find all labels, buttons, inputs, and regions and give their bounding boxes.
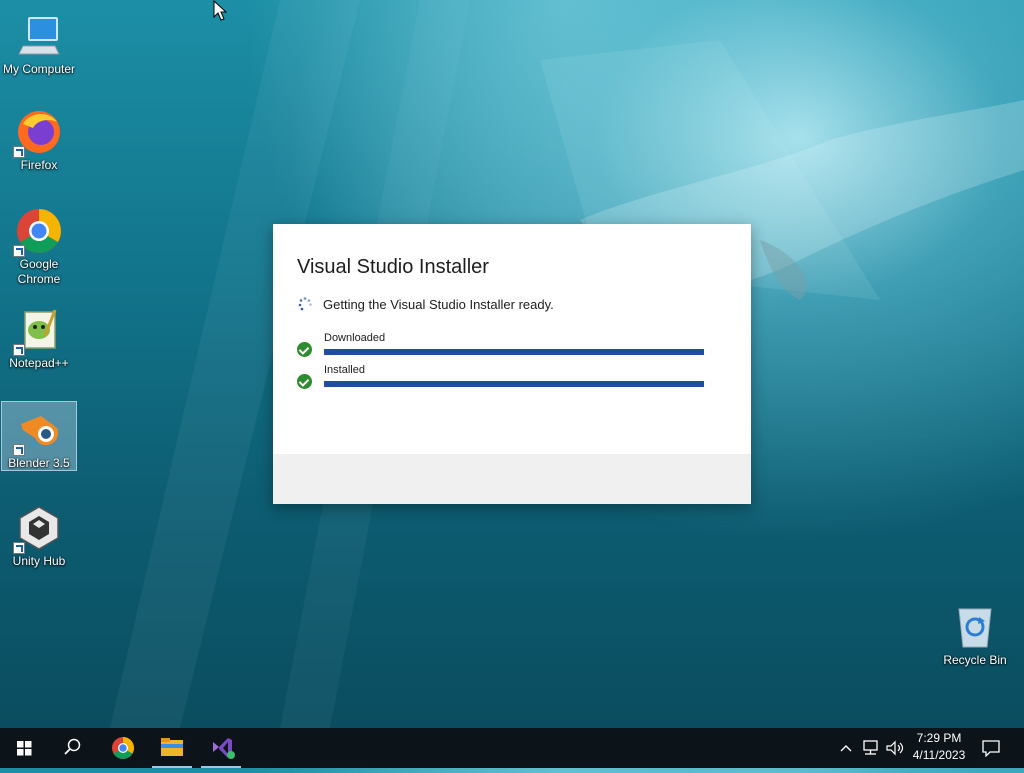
notification-icon[interactable] [981,739,1001,757]
chrome-icon [13,207,63,257]
spinner-icon [298,297,312,311]
computer-icon [15,12,63,60]
desktop-icon-notepadpp[interactable]: Notepad++ [1,302,77,371]
desktop-icon-label: Blender 3.5 [8,456,70,470]
taskbar-chrome[interactable] [99,728,147,768]
step-label: Downloaded [324,332,386,344]
blender-icon [13,406,63,456]
taskbar: 7:29 PM 4/11/2023 [0,728,1024,768]
clock-time: 7:29 PM [916,731,962,745]
desktop-icon-label: Google Chrome [17,257,61,286]
desktop-icon-label: Recycle Bin [943,653,1007,667]
desktop-icon-google-chrome[interactable]: Google Chrome [1,203,77,287]
unity-hub-icon [13,504,63,554]
mouse-cursor-icon [213,0,227,21]
search-button[interactable] [48,728,96,768]
desktop-icon-label: Firefox [20,158,58,172]
taskbar-visual-studio-installer[interactable] [197,728,245,768]
start-icon [17,741,32,756]
search-icon [64,738,81,755]
shortcut-arrow-icon [13,542,25,554]
clock-date: 4/11/2023 [912,748,966,762]
check-circle-icon [297,342,312,357]
installer-status-text: Getting the Visual Studio Installer read… [323,297,554,312]
visual-studio-installer-icon [213,738,235,759]
step-installed: Installed [297,364,717,394]
desktop-icon-blender[interactable]: Blender 3.5 [1,401,77,471]
progress-fill [324,349,704,355]
check-circle-icon [297,374,312,389]
file-explorer-icon [161,738,183,756]
clock[interactable]: 7:29 PM 4/11/2023 [907,731,971,762]
firefox-icon [13,108,63,158]
step-downloaded: Downloaded [297,332,717,362]
shortcut-arrow-icon [13,245,25,257]
desktop-icon-firefox[interactable]: Firefox [1,104,77,173]
progress-fill [324,381,704,387]
progress-bar [324,381,704,387]
shortcut-arrow-icon [13,444,25,456]
taskbar-file-explorer[interactable] [148,728,196,768]
chevron-up-icon[interactable] [838,740,854,756]
desktop-icon-unity-hub[interactable]: Unity Hub [1,500,77,569]
desktop-icon-label: My Computer [2,62,76,76]
network-icon[interactable] [861,739,881,757]
step-label: Installed [324,364,365,376]
volume-icon[interactable] [885,739,905,757]
installer-dialog: Visual Studio Installer Getting the Visu… [273,224,751,504]
shortcut-arrow-icon [13,344,25,356]
desktop-icon-recycle-bin[interactable]: Recycle Bin [937,599,1013,668]
shortcut-arrow-icon [13,146,25,158]
progress-bar [324,349,704,355]
desktop-icon-label: Unity Hub [12,554,66,568]
desktop-icon-my-computer[interactable]: My Computer [1,8,77,77]
dialog-footer [273,454,751,504]
start-button[interactable] [0,728,48,768]
recycle-bin-icon [951,603,999,651]
chrome-icon [112,737,134,759]
notepadpp-icon [13,306,63,356]
desktop-icon-label: Notepad++ [9,356,69,370]
installer-title: Visual Studio Installer [297,256,489,278]
